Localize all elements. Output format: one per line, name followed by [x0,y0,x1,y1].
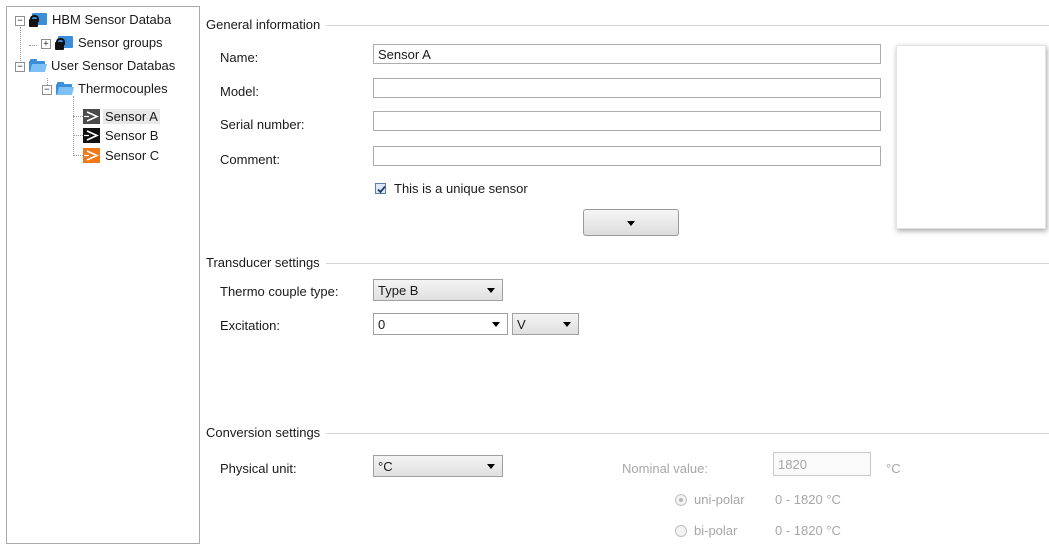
comment-field[interactable] [373,146,881,166]
transducer-settings-header: Transducer settings [206,255,326,270]
physical-unit-select[interactable]: °C [373,455,503,477]
name-field[interactable]: Sensor A [373,44,881,64]
bipolar-radio[interactable] [675,525,687,537]
sensor-icon [83,148,100,163]
tree-line [73,135,83,136]
name-label: Name: [220,50,259,65]
sensor-tree[interactable]: − HBM Sensor Databa + Sensor groups − Us… [6,6,200,544]
folder-open-icon [29,59,48,72]
excitation-unit-select[interactable]: V [512,313,579,335]
tree-line [73,116,83,117]
physical-unit-label: Physical unit: [220,461,297,476]
serial-number-label: Serial number: [220,117,305,132]
collapse-toggle[interactable]: − [15,16,25,26]
tree-line [73,96,74,156]
expand-more-button[interactable] [583,209,679,236]
comment-label: Comment: [220,152,280,167]
nominal-value-field[interactable]: 1820 [773,452,871,476]
bipolar-range: 0 - 1820 °C [775,523,841,538]
folder-open-icon [56,82,75,95]
tree-node-sensor-a[interactable]: Sensor A [83,108,160,125]
chevron-down-icon [487,288,495,293]
nominal-value-label: Nominal value: [622,461,708,476]
group-divider [206,433,1049,434]
unipolar-label: uni-polar [694,492,745,507]
model-label: Model: [220,84,260,99]
conversion-settings-header: Conversion settings [206,425,327,440]
excitation-label: Excitation: [220,318,280,333]
nominal-unit-label: °C [886,461,901,476]
thermocouple-type-label: Thermo couple type: [220,284,339,299]
unipolar-radio[interactable] [675,494,687,506]
chevron-down-icon [627,221,635,226]
group-divider [206,263,1049,264]
checkmark-icon [377,185,386,194]
locked-database-icon [29,12,47,27]
model-field[interactable] [373,78,881,98]
sensor-image-preview [896,45,1046,229]
serial-number-field[interactable] [373,111,881,131]
tree-node-sensor-groups[interactable]: Sensor groups [55,34,165,51]
tree-line [20,27,21,65]
bipolar-label: bi-polar [694,523,738,538]
chevron-down-icon [492,322,500,327]
chevron-down-icon [563,322,571,327]
tree-node-thermocouples[interactable]: Thermocouples [56,80,170,97]
collapse-toggle[interactable]: − [15,62,25,72]
tree-line [29,45,37,46]
general-information-header: General information [206,17,327,32]
excitation-value-select[interactable]: 0 [373,313,508,335]
tree-node-sensor-c[interactable]: Sensor C [83,147,161,164]
sensor-icon [83,128,100,143]
unique-sensor-label: This is a unique sensor [394,181,528,196]
chevron-down-icon [487,464,495,469]
tree-line [73,155,83,156]
collapse-toggle[interactable]: − [42,85,52,95]
unipolar-range: 0 - 1820 °C [775,492,841,507]
group-divider [206,25,1049,26]
sensor-icon [83,109,100,124]
tree-node-user-database[interactable]: User Sensor Databas [29,57,177,74]
tree-node-sensor-b[interactable]: Sensor B [83,127,160,144]
unique-sensor-checkbox[interactable] [375,183,386,194]
thermocouple-type-select[interactable]: Type B [373,279,503,301]
expand-toggle[interactable]: + [41,39,51,49]
tree-node-hbm-database[interactable]: HBM Sensor Databa [29,11,173,28]
locked-folder-icon [55,35,73,50]
